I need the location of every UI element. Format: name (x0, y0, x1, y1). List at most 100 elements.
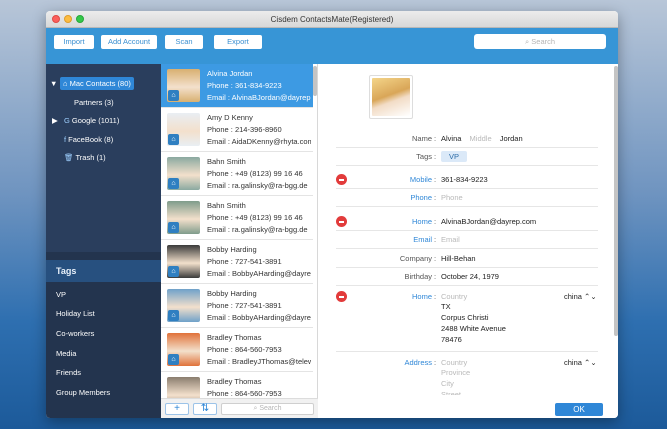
company-field[interactable]: Hill-Behan (441, 254, 476, 263)
avatar: ⌂ (167, 333, 200, 366)
contact-list-item[interactable]: ⌂ Bobby Harding Phone : 727-541-3891 Email … (161, 240, 313, 284)
company-row: Company : Hill-Behan (336, 250, 598, 268)
home-icon: ⌂ (63, 79, 70, 88)
country-select[interactable]: china ⌃⌄ (564, 292, 597, 301)
remove-email-icon[interactable] (336, 216, 347, 227)
mobile-row: Mobile : 361-834-9223 (336, 171, 598, 189)
expand-arrow-icon[interactable]: ▶ (52, 114, 58, 127)
tag-item-co-workers[interactable]: Co-workers (56, 329, 94, 338)
country-field[interactable]: Country (441, 292, 467, 301)
sidebar-item-google[interactable]: G Google (1011) (64, 114, 119, 127)
company-label: Company (399, 254, 432, 263)
contact-list-item[interactable]: ⌂ Bobby Harding Phone : 727-541-3891 Email … (161, 284, 313, 328)
contact-name: Bobby Harding (207, 289, 257, 298)
scan-button[interactable]: Scan (165, 35, 203, 49)
tag-item-media[interactable]: Media (56, 349, 76, 358)
collapse-arrow-icon[interactable]: ▼ (50, 77, 57, 90)
home-icon: ⌂ (168, 222, 179, 233)
first-name-field[interactable]: Alvina (441, 134, 461, 143)
remove-address-icon[interactable] (336, 291, 347, 302)
phone-row: Phone : Phone (336, 189, 598, 207)
export-button[interactable]: Export (214, 35, 262, 49)
phone-field[interactable]: Phone (441, 193, 463, 202)
contact-list: ⌂ Alvina Jordan Phone : 361-834-9223 Email … (161, 64, 318, 418)
zoom-window-button[interactable] (76, 15, 84, 23)
home-email-field[interactable]: AlvinaBJordan@dayrep.com (441, 217, 536, 226)
search-input[interactable]: ⌕ Search (474, 34, 606, 49)
avatar: ⌂ (167, 157, 200, 190)
tag-item-group-members[interactable]: Group Members (56, 388, 110, 397)
contact-list-item[interactable]: ⌂ Alvina Jordan Phone : 361-834-9223 Email … (161, 64, 313, 108)
contact-name: Bahn Smith (207, 157, 246, 166)
add-contact-button[interactable]: + (165, 403, 189, 415)
sidebar-item-trash[interactable]: 🗑 Trash (1) (64, 151, 106, 164)
minimize-window-button[interactable] (64, 15, 72, 23)
home-icon: ⌂ (168, 134, 179, 145)
contact-list-item[interactable]: ⌂ Bahn Smith Phone : +49 (8123) 99 16 46 Em… (161, 152, 313, 196)
mobile-label[interactable]: Mobile (410, 175, 432, 184)
address-row: Address : Country Province City Street c… (404, 358, 597, 395)
contact-phone: Phone : +49 (8123) 99 16 46 (207, 213, 303, 222)
city-field[interactable]: Corpus Christi (441, 313, 489, 322)
contact-list-item[interactable]: ⌂ Bahn Smith Phone : +49 (8123) 99 16 46 Em… (161, 196, 313, 240)
birthday-field[interactable]: October 24, 1979 (441, 272, 499, 281)
tag-item-vp[interactable]: VP (56, 290, 66, 299)
state-field[interactable]: TX (441, 302, 451, 311)
contact-list-item[interactable]: ⌂ Bradley Thomas Phone : 864-560-7953 Email… (161, 328, 313, 372)
photo-image (372, 78, 410, 116)
remove-mobile-icon[interactable] (336, 174, 347, 185)
sidebar-item-mac-contacts[interactable]: ⌂ Mac Contacts (80) (60, 77, 134, 90)
contact-email: Email : AidaDKenny@rhyta.com (207, 137, 311, 146)
email-field[interactable]: Email (441, 235, 460, 244)
middle-name-field[interactable]: Middle (470, 134, 492, 143)
tag-item-holiday-list[interactable]: Holiday List (56, 309, 95, 318)
contact-name: Bradley Thomas (207, 333, 262, 342)
contact-email: Email : ra.galinsky@ra-bgg.de (207, 225, 308, 234)
home-email-label[interactable]: Home (412, 217, 432, 226)
email-row: Email : Email (336, 231, 598, 249)
contact-list-item[interactable]: ⌂ Amy D Kenny Phone : 214-396-8960 Email : … (161, 108, 313, 152)
home-address-label[interactable]: Home (412, 292, 432, 301)
email-label[interactable]: Email (413, 235, 432, 244)
contact-phone: Phone : 864-560-7953 (207, 345, 282, 354)
sort-button[interactable]: ⇅ (193, 403, 217, 415)
detail-scrollbar[interactable] (614, 66, 618, 336)
home-icon: ⌂ (168, 178, 179, 189)
province-field[interactable]: Province (441, 368, 470, 377)
import-button[interactable]: Import (54, 35, 94, 49)
tag-item-friends[interactable]: Friends (56, 368, 81, 377)
birthday-row: Birthday : October 24, 1979 (336, 268, 598, 286)
sidebar-item-partners[interactable]: Partners (3) (74, 96, 114, 109)
add-account-button[interactable]: Add Account (101, 35, 157, 49)
street-field-2[interactable]: Street (441, 390, 461, 395)
tags-row: Tags : VP (336, 148, 598, 166)
home-email-row: Home : AlvinaBJordan@dayrep.com (336, 213, 598, 231)
list-scrollbar[interactable] (313, 66, 317, 96)
city-field-2[interactable]: City (441, 379, 454, 388)
contact-photo[interactable] (369, 75, 413, 119)
last-name-field[interactable]: Jordan (500, 134, 523, 143)
tag-chip-vp[interactable]: VP (441, 151, 468, 162)
ok-button[interactable]: OK (555, 403, 603, 416)
close-window-button[interactable] (52, 15, 60, 23)
tags-heading: Tags (46, 260, 161, 282)
country-select-2[interactable]: china ⌃⌄ (564, 358, 597, 367)
street-field[interactable]: 2488 White Avenue (441, 324, 506, 333)
toolbar: Import Add Account Scan Export ⌕ Search (46, 28, 618, 64)
updown-icon: ⌃⌄ (584, 292, 597, 301)
contact-name: Alvina Jordan (207, 69, 253, 78)
avatar: ⌂ (167, 69, 200, 102)
home-icon: ⌂ (168, 310, 179, 321)
country-field-2[interactable]: Country (441, 358, 467, 367)
mobile-field[interactable]: 361-834-9223 (441, 175, 488, 184)
address-label[interactable]: Address (404, 358, 432, 367)
list-search-input[interactable]: ⌕ Search (221, 403, 314, 415)
app-window: Cisdem ContactsMate(Registered) Import A… (46, 11, 618, 418)
sidebar: ▼ ⌂ Mac Contacts (80) Partners (3) ▶ G G… (46, 64, 161, 418)
sidebar-item-facebook[interactable]: f FaceBook (8) (64, 133, 113, 146)
contact-phone: Phone : 214-396-8960 (207, 125, 282, 134)
home-icon: ⌂ (168, 354, 179, 365)
contact-phone: Phone : +49 (8123) 99 16 46 (207, 169, 303, 178)
phone-label[interactable]: Phone (410, 193, 432, 202)
zip-field[interactable]: 78476 (441, 335, 462, 344)
